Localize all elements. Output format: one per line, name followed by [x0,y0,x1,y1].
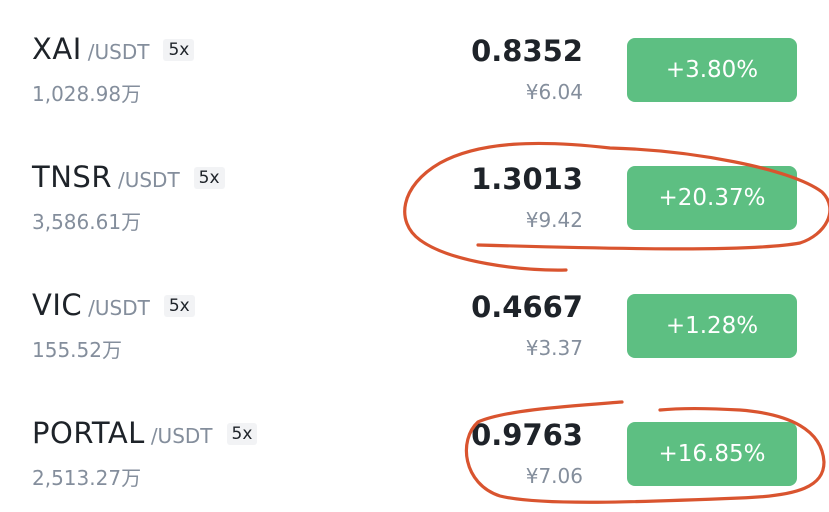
last-price: 0.9763 [471,418,583,452]
leverage-badge: 5x [163,39,195,61]
leverage-badge: 5x [193,167,225,189]
base-asset: XAI [32,32,82,66]
change-percent-button[interactable]: +20.37% [627,166,797,230]
leverage-badge: 5x [163,295,195,317]
change-percent-button[interactable]: +16.85% [627,422,797,486]
volume-24h: 155.52万 [32,338,122,362]
quote-asset: /USDT [88,296,150,320]
trading-pair: XAI /USDT 5x [32,32,195,72]
fiat-price: ¥7.06 [525,464,583,488]
market-row-xai[interactable]: XAI /USDT 5x 1,028.98万 0.8352 ¥6.04 +3.8… [0,0,829,128]
fiat-price: ¥9.42 [525,208,583,232]
volume-24h: 2,513.27万 [32,466,142,490]
last-price: 0.4667 [471,290,583,324]
market-row-tnsr[interactable]: TNSR /USDT 5x 3,586.61万 1.3013 ¥9.42 +20… [0,128,829,256]
trading-pair: TNSR /USDT 5x [32,160,225,200]
market-list: XAI /USDT 5x 1,028.98万 0.8352 ¥6.04 +3.8… [0,0,829,506]
last-price: 0.8352 [471,34,583,68]
last-price: 1.3013 [471,162,583,196]
base-asset: VIC [32,288,83,322]
volume-24h: 1,028.98万 [32,82,142,106]
quote-asset: /USDT [117,168,180,192]
leverage-badge: 5x [226,423,258,445]
quote-asset: /USDT [150,424,213,448]
trading-pair: VIC /USDT 5x [32,288,195,328]
trading-pair: PORTAL /USDT 5x [32,416,258,456]
fiat-price: ¥6.04 [525,80,583,104]
quote-asset: /USDT [87,40,150,64]
volume-24h: 3,586.61万 [32,210,142,234]
market-row-portal[interactable]: PORTAL /USDT 5x 2,513.27万 0.9763 ¥7.06 +… [0,384,829,512]
base-asset: TNSR [32,160,112,194]
market-row-vic[interactable]: VIC /USDT 5x 155.52万 0.4667 ¥3.37 +1.28% [0,256,829,384]
fiat-price: ¥3.37 [525,336,583,360]
change-percent-button[interactable]: +3.80% [627,38,797,102]
base-asset: PORTAL [32,416,145,450]
change-percent-button[interactable]: +1.28% [627,294,797,358]
